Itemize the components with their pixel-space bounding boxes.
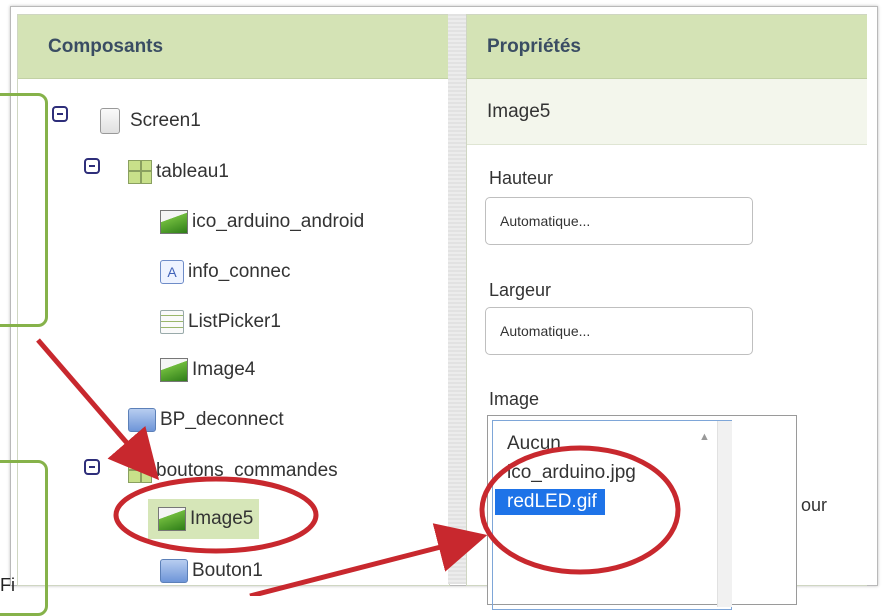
- annotation-arrow-1: [36, 338, 160, 481]
- annotation-circle-image5: [113, 476, 319, 554]
- annotation-circle-redled: [479, 445, 681, 575]
- annotation-arrow-2: [249, 523, 488, 596]
- annotation-overlay: [36, 338, 681, 596]
